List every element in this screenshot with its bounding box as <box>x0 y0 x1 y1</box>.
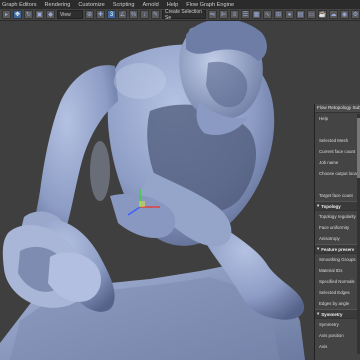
selection-lock-icon[interactable]: ✚ <box>96 10 105 19</box>
selection-set-select[interactable]: Create Selection Se <box>162 9 206 20</box>
face-uniformity-label: Face uniformity <box>319 225 350 230</box>
help-link[interactable]: Help <box>315 113 360 124</box>
select-object-icon[interactable]: ▸ <box>2 10 11 19</box>
collapse-triangle-icon: ▾ <box>317 246 320 251</box>
smoothing-groups-checkbox[interactable]: Smoothing Groups <box>315 254 360 265</box>
curve-editor-icon[interactable]: ∿ <box>263 10 272 19</box>
selected-mesh-label: Selected Mesh <box>319 138 349 143</box>
output-location-button[interactable]: Choose output locatio <box>315 168 360 179</box>
menu-rendering[interactable]: Rendering <box>45 2 71 8</box>
graphite-ribbon-icon[interactable]: ▦ <box>252 10 261 19</box>
arnold-icon[interactable]: ◉ <box>340 10 349 19</box>
mirror-icon[interactable]: ⇋ <box>208 10 217 19</box>
spinner-snap-icon[interactable]: ↕ <box>140 10 149 19</box>
pivot-icon[interactable]: ⊕ <box>85 10 94 19</box>
menu-arnold[interactable]: Arnold <box>143 2 159 8</box>
spacer-row <box>315 179 360 190</box>
collapse-triangle-icon: ▾ <box>317 203 320 208</box>
toggle-layers-icon[interactable]: ≡ <box>230 10 239 19</box>
anisotropy-label: Anisotropy <box>319 236 340 241</box>
viewport-perspective[interactable] <box>0 21 360 360</box>
render-setup-icon[interactable]: ▤ <box>296 10 305 19</box>
menu-scripting[interactable]: Scripting <box>113 2 135 8</box>
material-ids-checkbox[interactable]: Material IDs <box>315 265 360 276</box>
render-production-icon[interactable]: ☕ <box>318 10 327 19</box>
collapse-triangle-icon: ▾ <box>317 311 320 316</box>
symmetry-checkbox[interactable]: Symmetry <box>315 319 360 330</box>
flow-retopology-panel: Flow Retopology Subm Help Selected Mesh … <box>314 104 360 360</box>
current-face-count-label: Current face count <box>319 149 356 154</box>
panel-title: Flow Retopology Subm <box>315 104 360 113</box>
section-label: Topology <box>321 203 341 209</box>
job-name-label: Job name <box>319 160 339 165</box>
render-iterative-icon[interactable]: ☁ <box>329 10 338 19</box>
section-label: Symmetry <box>321 311 343 317</box>
rotate-icon[interactable]: ↻ <box>24 10 33 19</box>
flow-icon[interactable]: ⚙ <box>351 10 360 19</box>
menu-graph-editors[interactable]: Graph Editors <box>2 2 37 8</box>
axis-label: Axis <box>319 344 328 349</box>
sculpture-model <box>0 21 305 360</box>
section-symmetry[interactable]: ▾ Symmetry <box>315 309 360 319</box>
rendered-frame-icon[interactable]: ▭ <box>307 10 316 19</box>
align-icon[interactable]: ⊫ <box>219 10 228 19</box>
menu-flow-graph-engine[interactable]: Flow Graph Engine <box>186 2 234 8</box>
schematic-view-icon[interactable]: ⊞ <box>274 10 283 19</box>
material-editor-icon[interactable]: ● <box>285 10 294 19</box>
topology-regularity-label: Topology regularity <box>319 214 356 219</box>
move-icon[interactable]: ✥ <box>13 10 22 19</box>
edges-by-angle-checkbox[interactable]: Edges by angle <box>315 298 360 309</box>
percent-snap-icon[interactable]: % <box>129 10 138 19</box>
section-topology[interactable]: ▾ Topology <box>315 201 360 211</box>
menu-customize[interactable]: Customize <box>78 2 104 8</box>
section-feature-preservation[interactable]: ▾ Feature preserv <box>315 244 360 254</box>
menu-bar: Graph Editors Rendering Customize Script… <box>0 0 360 9</box>
reference-coordinate-select[interactable]: View <box>57 10 83 19</box>
axis-position-label: Axis position <box>319 333 344 338</box>
scale-icon[interactable]: ▣ <box>35 10 44 19</box>
specified-normals-checkbox[interactable]: Specified Normals <box>315 276 360 287</box>
spacer-row <box>315 124 360 135</box>
target-face-count-label: Target face count <box>319 193 353 198</box>
angle-snap-icon[interactable]: ∠ <box>118 10 127 19</box>
menu-help[interactable]: Help <box>167 2 179 8</box>
selected-edges-checkbox[interactable]: Selected Edges <box>315 287 360 298</box>
section-label: Feature preserv <box>321 246 355 252</box>
scene-explorer-icon[interactable]: ☰ <box>241 10 250 19</box>
snap-toggle-icon[interactable]: 3 <box>107 10 116 19</box>
edit-named-sets-icon[interactable]: ✎ <box>151 10 160 19</box>
main-toolbar: ▸ ✥ ↻ ▣ ◆ View ⊕ ✚ 3 ∠ % ↕ ✎ Create Sele… <box>0 9 360 21</box>
place-icon[interactable]: ◆ <box>46 10 55 19</box>
